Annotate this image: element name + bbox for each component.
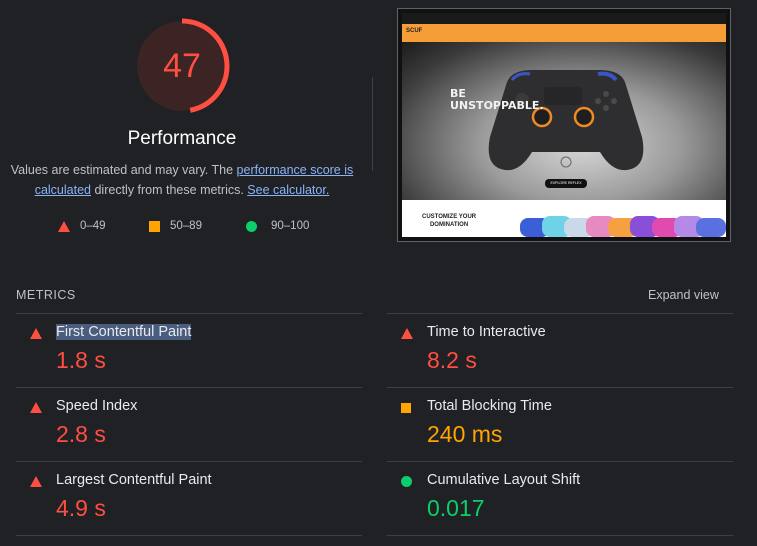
controller-image xyxy=(488,70,644,171)
legend-average: 50–89 xyxy=(149,220,202,232)
metric-label: Time to Interactive xyxy=(427,324,546,340)
controllers-strip-image xyxy=(520,216,726,237)
metrics-divider xyxy=(387,387,733,388)
metric-value: 2.8 s xyxy=(56,421,106,447)
scuf-logo: SCUF xyxy=(406,28,423,34)
description-text-1: Values are estimated and may vary. The xyxy=(10,163,237,177)
metrics-divider xyxy=(387,535,733,536)
green-circle-icon xyxy=(246,220,257,232)
score-description: Values are estimated and may vary. The p… xyxy=(10,160,354,200)
metric-label: Total Blocking Time xyxy=(427,398,552,414)
metrics-divider xyxy=(387,461,733,462)
metric-value: 1.8 s xyxy=(56,347,106,373)
expand-view-toggle[interactable]: Expand view xyxy=(648,288,719,302)
metric-value: 0.017 xyxy=(427,495,485,521)
performance-score-gauge: 47 xyxy=(133,17,231,115)
red-triangle-icon xyxy=(58,220,70,232)
thumbnail-headline: BE UNSTOPPABLE. xyxy=(450,88,544,112)
legend-good: 90–100 xyxy=(246,220,309,232)
metric-label: Speed Index xyxy=(56,398,138,414)
page-screenshot: SCUF BE UNSTOPPABLE. EXPLORE REFLEX CUST… xyxy=(402,13,726,237)
metric-value: 4.9 s xyxy=(56,495,106,521)
pass-circle-icon xyxy=(401,476,412,487)
metric-value: 240 ms xyxy=(427,421,503,447)
fail-triangle-icon xyxy=(30,476,42,487)
metrics-divider xyxy=(16,387,362,388)
description-text-2: directly from these metrics. xyxy=(91,183,248,197)
metric-value: 8.2 s xyxy=(427,347,477,373)
fail-triangle-icon xyxy=(401,328,413,339)
thumbnail-top-bar xyxy=(402,13,726,24)
headline-line-2: UNSTOPPABLE. xyxy=(450,99,544,112)
metrics-divider xyxy=(16,313,362,314)
legend-poor: 0–49 xyxy=(58,220,106,232)
thumbnail-section: CUSTOMIZE YOUR DOMINATION xyxy=(402,200,726,237)
thumbnail-header: SCUF xyxy=(402,24,726,42)
metrics-divider xyxy=(16,535,362,536)
metric-label: First Contentful Paint xyxy=(56,324,192,340)
legend-good-range: 90–100 xyxy=(271,220,310,232)
thumbnail-hero: BE UNSTOPPABLE. EXPLORE REFLEX xyxy=(402,42,726,200)
metrics-heading: METRICS xyxy=(16,288,76,302)
performance-score-value: 47 xyxy=(163,46,201,85)
orange-square-icon xyxy=(149,220,160,232)
legend-poor-range: 0–49 xyxy=(80,220,106,232)
metrics-divider xyxy=(387,313,733,314)
metrics-divider xyxy=(16,461,362,462)
metric-label: Largest Contentful Paint xyxy=(56,472,212,488)
legend-average-range: 50–89 xyxy=(170,220,202,232)
see-calculator-link[interactable]: See calculator. xyxy=(247,183,329,197)
vertical-divider xyxy=(372,77,373,171)
metric-label: Cumulative Layout Shift xyxy=(427,472,581,488)
performance-title: Performance xyxy=(127,128,237,149)
fail-triangle-icon xyxy=(30,328,42,339)
final-screenshot-thumbnail[interactable]: SCUF BE UNSTOPPABLE. EXPLORE REFLEX CUST… xyxy=(397,8,731,242)
average-square-icon xyxy=(401,403,411,413)
fail-triangle-icon xyxy=(30,402,42,413)
explore-button: EXPLORE REFLEX xyxy=(545,179,587,188)
